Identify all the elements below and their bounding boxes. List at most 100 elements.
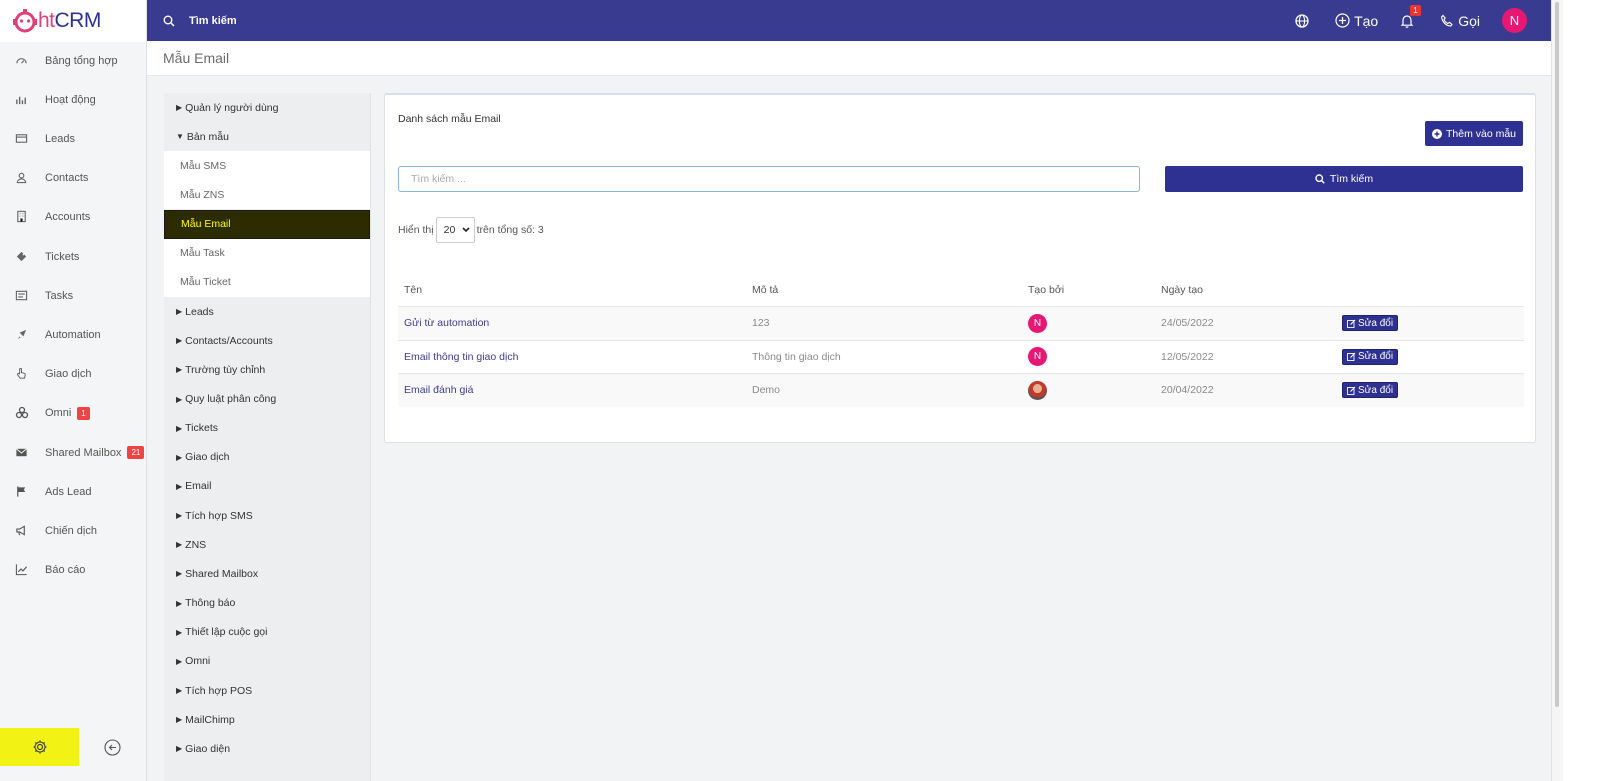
settings-menu-item-qu-n-l-ng-i-d-ng[interactable]: ▶ Quản lý người dùng [164, 93, 370, 122]
sidebar-item-giao-d-ch[interactable]: Giao dịch [0, 355, 146, 394]
create-button[interactable]: Tạo [1335, 13, 1378, 29]
user-menu-button[interactable]: N [1502, 8, 1527, 33]
table-row: Email đánh giá Demo 20/04/2022 Sửa đổi [398, 373, 1524, 407]
sidebar-item-ads-lead[interactable]: Ads Lead [0, 472, 146, 511]
globe-icon [1295, 13, 1309, 28]
sidebar-item-ho-t-ng[interactable]: Hoạt động [0, 80, 146, 119]
sidebar-item-leads[interactable]: Leads [0, 119, 146, 158]
settings-menu-item-label: Thiết lập cuộc gọi [185, 626, 268, 639]
table-header-row: Tên Mô tả Tạo bởi Ngày tạo [398, 273, 1524, 306]
template-description: Thông tin giao dịch [752, 350, 841, 363]
plus-circle-icon [1431, 128, 1442, 139]
settings-menu-item-quy-lu-t-ph-n-c-ng[interactable]: ▶ Quy luật phân công [164, 385, 370, 414]
sidebar-item-label: Chiến dịch [45, 524, 97, 537]
settings-menu-item-omni[interactable]: ▶ Omni [164, 647, 370, 676]
sidebar-item-shared-mailbox[interactable]: Shared Mailbox 21 [0, 433, 146, 472]
sidebar-item-b-ng-t-ng-h-p[interactable]: Bảng tổng hợp [0, 41, 146, 80]
settings-menu-item-th-ng-b-o[interactable]: ▶ Thông báo [164, 589, 370, 618]
column-header-name[interactable]: Tên [398, 284, 746, 296]
settings-menu-item-thi-t-l-p-cu-c-g-i[interactable]: ▶ Thiết lập cuộc gọi [164, 618, 370, 647]
settings-menu-item-label: Giao diện [185, 742, 231, 755]
settings-menu-item-contacts-accounts[interactable]: ▶ Contacts/Accounts [164, 326, 370, 355]
sidebar-item-automation[interactable]: Automation [0, 315, 146, 354]
settings-menu-item-m-u-email[interactable]: Mẫu Email [164, 209, 370, 239]
settings-menu-item-label: Tickets [185, 422, 219, 435]
template-name-link[interactable]: Gửi từ automation [404, 317, 489, 329]
settings-menu-item-m-u-ticket[interactable]: Mẫu Ticket [164, 267, 370, 297]
flag-icon [15, 485, 29, 499]
sidebar-item-label: Tickets [45, 250, 80, 263]
collapse-sidebar-button[interactable] [79, 728, 146, 766]
page-scrollbar[interactable] [1551, 0, 1563, 781]
sidebar-item-label: Omni [45, 407, 72, 420]
edit-icon [1347, 352, 1356, 362]
settings-menu-item-mailchimp[interactable]: ▶ MailChimp [164, 705, 370, 734]
notifications-button[interactable]: 1 [1400, 4, 1421, 28]
settings-button[interactable] [0, 728, 79, 766]
settings-menu-item-t-ch-h-p-sms[interactable]: ▶ Tích hợp SMS [164, 501, 370, 530]
sidebar-item-tickets[interactable]: Tickets [0, 237, 146, 276]
edit-template-button[interactable]: Sửa đổi [1342, 348, 1399, 365]
settings-menu-item-m-u-sms[interactable]: Mẫu SMS [164, 151, 370, 181]
settings-menu-item-label: Shared Mailbox [185, 567, 259, 580]
template-search-button[interactable]: Tìm kiếm [1165, 166, 1523, 192]
sidebar-item-contacts[interactable]: Contacts [0, 159, 146, 198]
settings-menu-item-giao-di-n[interactable]: ▶ Giao diện [164, 734, 370, 763]
add-template-button[interactable]: Thêm vào mẫu [1425, 121, 1523, 146]
settings-menu-item-giao-d-ch[interactable]: ▶ Giao dịch [164, 443, 370, 472]
column-header-created-by[interactable]: Tạo bởi [1022, 284, 1155, 296]
settings-menu-item-leads[interactable]: ▶ Leads [164, 297, 370, 326]
global-search-button[interactable]: Tìm kiếm [163, 15, 237, 27]
settings-menu-item-email[interactable]: ▶ Email [164, 472, 370, 501]
settings-menu-item-label: MailChimp [185, 713, 235, 726]
ticket-icon [15, 250, 29, 264]
settings-menu-item-label: Contacts/Accounts [185, 334, 273, 347]
sidebar-item-b-o-c-o[interactable]: Báo cáo [0, 551, 146, 590]
settings-menu-item-zns[interactable]: ▶ ZNS [164, 530, 370, 559]
settings-menu-item-label: Mẫu ZNS [180, 188, 225, 201]
settings-menu-item-b-n-m-u[interactable]: ▼ Bản mẫu [164, 122, 370, 151]
template-name-link[interactable]: Email đánh giá [404, 384, 473, 396]
settings-menu-item-m-u-task[interactable]: Mẫu Task [164, 238, 370, 268]
call-button[interactable]: Gọi [1440, 13, 1480, 29]
settings-menu-item-label: Quy luật phân công [185, 393, 277, 405]
building-icon [15, 210, 29, 224]
sidebar-item-tasks[interactable]: Tasks [0, 276, 146, 315]
template-created-date: 20/04/2022 [1161, 384, 1214, 397]
template-name-link[interactable]: Email thông tin giao dịch [404, 351, 518, 363]
sidebar-item-chi-n-d-ch[interactable]: Chiến dịch [0, 511, 146, 550]
templates-table: Tên Mô tả Tạo bởi Ngày tạo Gửi từ automa… [398, 273, 1524, 407]
per-page-select[interactable]: 20 [435, 217, 475, 243]
global-search-label: Tìm kiếm [189, 14, 237, 27]
settings-menu-item-tickets[interactable]: ▶ Tickets [164, 414, 370, 443]
template-search-input[interactable] [398, 166, 1140, 192]
language-button[interactable] [1295, 13, 1313, 28]
sidebar-item-label: Báo cáo [45, 564, 86, 577]
user-avatar: N [1502, 8, 1527, 33]
envelope-icon [15, 446, 29, 460]
settings-menu-item-m-u-zns[interactable]: Mẫu ZNS [164, 180, 370, 210]
caret-right-icon: ▶ [176, 336, 183, 346]
left-navigation: ht CRM Bảng tổng hợp Hoạt động Leads Contact… [0, 0, 147, 781]
settings-menu-item-label: Quản lý người dùng [185, 101, 279, 114]
column-header-description[interactable]: Mô tả [746, 284, 1022, 296]
edit-template-button[interactable]: Sửa đổi [1342, 315, 1399, 332]
settings-menu-item-label: Tích hợp SMS [185, 509, 253, 522]
settings-menu-item-shared-mailbox[interactable]: ▶ Shared Mailbox [164, 559, 370, 588]
settings-menu-item-tr-ng-t-y-ch-nh[interactable]: ▶ Trường tùy chỉnh [164, 355, 370, 384]
line-chart-icon [15, 563, 29, 577]
settings-menu-item-t-ch-h-p-pos[interactable]: ▶ Tích hợp POS [164, 676, 370, 705]
edit-template-button[interactable]: Sửa đổi [1342, 382, 1399, 399]
app-logo[interactable]: ht CRM [0, 0, 146, 42]
caret-right-icon: ▶ [176, 511, 183, 521]
omni-icon [15, 406, 29, 420]
settings-menu-item-label: Tích hợp POS [185, 684, 253, 697]
sidebar-item-accounts[interactable]: Accounts [0, 198, 146, 237]
rocket-icon [15, 328, 29, 342]
page-scrollbar-thumb[interactable] [1555, 2, 1559, 707]
column-header-created-date[interactable]: Ngày tạo [1155, 284, 1336, 296]
caret-right-icon: ▶ [176, 452, 183, 462]
edit-template-label: Sửa đổi [1358, 351, 1394, 363]
sidebar-item-omni[interactable]: Omni 1 [0, 394, 146, 433]
sidebar-item-label: Hoạt động [45, 93, 96, 106]
